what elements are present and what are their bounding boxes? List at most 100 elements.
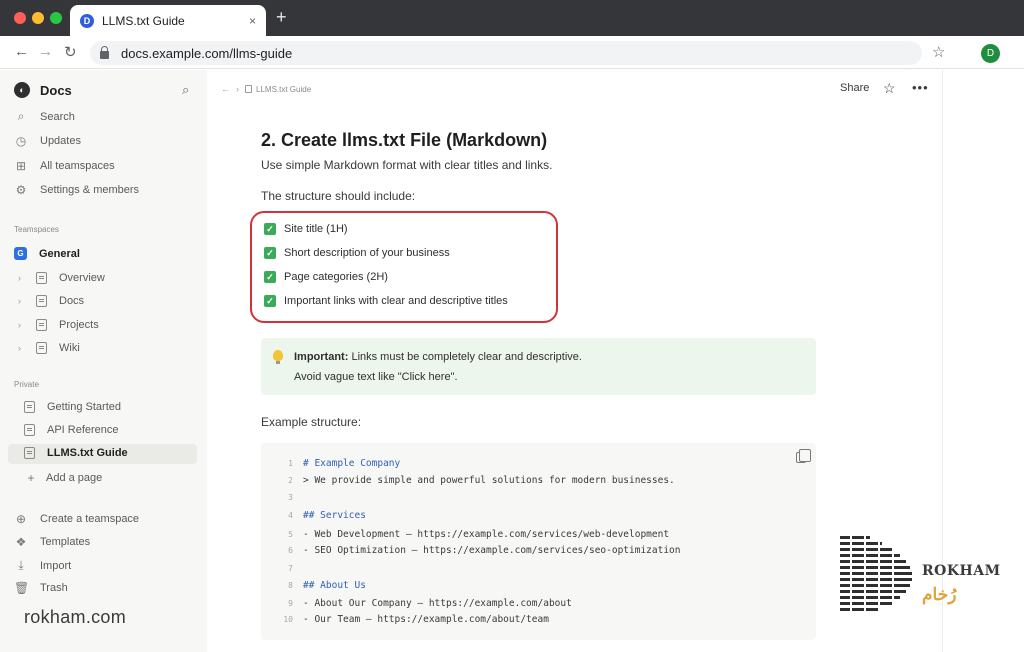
sidebar-item-templates[interactable]: ❖ Templates xyxy=(14,535,91,549)
tab-close-icon[interactable]: × xyxy=(249,14,256,28)
sidebar-item-label: Wiki xyxy=(59,342,80,354)
checklist-item-label: Important links with clear and descripti… xyxy=(284,295,508,307)
more-options-button[interactable]: ••• xyxy=(912,80,929,95)
line-number: 2 xyxy=(288,475,293,485)
sidebar-item-label: Projects xyxy=(59,319,99,331)
checklist-item: ✓ Important links with clear and descrip… xyxy=(264,295,508,307)
sidebar-item-label: Create a teamspace xyxy=(40,513,140,525)
templates-icon: ❖ xyxy=(15,535,27,549)
chevron-right-icon[interactable]: › xyxy=(18,320,30,330)
checklist-item: ✓ Page categories (2H) xyxy=(264,271,388,283)
checklist-item-label: Site title (1H) xyxy=(284,223,348,235)
callout-line-2: Avoid vague text like "Click here". xyxy=(294,371,458,383)
sidebar-item-wiki[interactable]: › Wiki xyxy=(18,342,80,354)
checklist-item-label: Page categories (2H) xyxy=(284,271,388,283)
sidebar-item-search[interactable]: ⌕ Search xyxy=(14,109,75,124)
sidebar-item-updates[interactable]: ◷ Updates xyxy=(14,134,81,148)
important-callout: Important: Links must be completely clea… xyxy=(261,338,816,395)
line-number: 3 xyxy=(288,492,293,502)
sidebar-item-trash[interactable]: 🗑 Trash xyxy=(14,581,68,595)
new-tab-button[interactable]: + xyxy=(276,7,287,28)
back-arrow-icon[interactable]: ← xyxy=(14,43,29,60)
sidebar-item-label: All teamspaces xyxy=(40,160,115,172)
sidebar-item-overview[interactable]: › Overview xyxy=(18,272,105,284)
sidebar-item-create-teamspace[interactable]: ⊕ Create a teamspace xyxy=(14,512,139,526)
sidebar-item-api-reference[interactable]: API Reference xyxy=(24,424,119,436)
url-text[interactable]: docs.example.com/llms-guide xyxy=(121,46,292,61)
code-line: 9 - About Our Company – https://example.c… xyxy=(261,596,572,610)
page-icon xyxy=(245,85,252,93)
structure-intro: The structure should include: xyxy=(261,189,416,203)
sidebar-item-label: Overview xyxy=(59,272,105,284)
sidebar-item-all-teamspaces[interactable]: ⊞ All teamspaces xyxy=(14,159,115,173)
address-bar[interactable]: docs.example.com/llms-guide xyxy=(90,41,922,65)
tab-title: LLMS.txt Guide xyxy=(102,13,185,28)
breadcrumb: ← › LLMS.txt Guide xyxy=(221,84,311,94)
callout-bold-label: Important: xyxy=(294,351,349,363)
workspace-switcher[interactable]: ◐ Docs xyxy=(14,82,72,98)
copy-icon[interactable] xyxy=(796,449,811,463)
sidebar-item-label: Updates xyxy=(40,135,81,147)
code-line: 5 - Web Development – https://example.com… xyxy=(261,527,669,541)
add-page-button[interactable]: + Add a page xyxy=(24,471,102,485)
browser-tab[interactable]: D LLMS.txt Guide × xyxy=(70,5,266,36)
share-button[interactable]: Share xyxy=(840,82,869,94)
code-line: 7 xyxy=(261,561,303,575)
code-line: 2 > We provide simple and powerful soluti… xyxy=(261,473,675,487)
callout-text: Links must be completely clear and descr… xyxy=(348,351,582,363)
gear-icon: ⚙ xyxy=(15,183,27,197)
sidebar-item-label: Settings & members xyxy=(40,184,140,196)
page-heading: 2. Create llms.txt File (Markdown) xyxy=(261,130,548,150)
chevron-right-icon[interactable]: › xyxy=(18,273,30,283)
sidebar-item-projects[interactable]: › Projects xyxy=(18,319,99,331)
maximize-window-button[interactable] xyxy=(50,12,62,24)
code-text: > We provide simple and powerful solutio… xyxy=(303,474,675,486)
favorite-star-icon[interactable]: ☆ xyxy=(883,80,896,97)
sidebar-item-getting-started[interactable]: Getting Started xyxy=(24,401,121,413)
checkmark-icon: ✓ xyxy=(264,271,276,283)
tab-favicon-icon: D xyxy=(80,13,94,28)
reload-icon[interactable]: ↻ xyxy=(64,43,77,61)
chevron-right-icon[interactable]: › xyxy=(18,343,30,353)
line-number: 8 xyxy=(288,580,293,590)
close-window-button[interactable] xyxy=(14,12,26,24)
breadcrumb-page[interactable]: LLMS.txt Guide xyxy=(256,85,311,94)
code-text: - About Our Company – https://example.co… xyxy=(303,597,572,609)
code-line: 1 # Example Company xyxy=(261,456,400,470)
add-page-label: Add a page xyxy=(46,472,103,484)
rokham-logo-icon xyxy=(840,535,912,615)
code-line: 6 - SEO Optimization – https://example.co… xyxy=(261,543,681,557)
sidebar-item-general[interactable]: G General xyxy=(14,247,80,260)
line-number: 7 xyxy=(288,563,293,573)
teamspace-badge-icon: G xyxy=(14,247,27,260)
sidebar-item-docs[interactable]: › Docs xyxy=(18,295,84,307)
code-text: # Example Company xyxy=(303,457,401,469)
page-icon xyxy=(36,319,47,331)
sidebar-item-llms-guide[interactable]: LLMS.txt Guide xyxy=(24,447,128,459)
code-block: 1 # Example Company 2 > We provide simple … xyxy=(261,443,816,640)
page-icon xyxy=(24,447,35,459)
checkmark-icon: ✓ xyxy=(264,247,276,259)
chevron-right-icon[interactable]: › xyxy=(18,296,30,306)
code-line: 8 ## About Us xyxy=(261,578,366,592)
sidebar-item-import[interactable]: ⤓ Import xyxy=(14,558,71,573)
forward-arrow-icon[interactable]: → xyxy=(38,43,53,60)
sidebar-item-settings[interactable]: ⚙ Settings & members xyxy=(14,183,139,197)
checkmark-icon: ✓ xyxy=(264,223,276,235)
back-arrow-icon[interactable]: ← xyxy=(221,84,230,94)
minimize-window-button[interactable] xyxy=(32,12,44,24)
page-icon xyxy=(36,272,47,284)
import-icon: ⤓ xyxy=(18,558,24,572)
plus-circle-icon: ⊕ xyxy=(15,512,27,526)
sidebar-item-label: API Reference xyxy=(47,424,119,436)
private-section-title: Private xyxy=(14,380,39,389)
code-text: ## Services xyxy=(303,509,366,521)
line-number: 5 xyxy=(288,529,293,539)
intro-paragraph: Use simple Markdown format with clear ti… xyxy=(261,158,553,172)
code-text: - SEO Optimization – https://example.com… xyxy=(303,544,681,556)
watermark-site-text: rokham.com xyxy=(24,607,127,627)
sidebar-search-icon[interactable]: ⌕ xyxy=(182,82,189,98)
profile-avatar[interactable]: D xyxy=(981,44,1000,63)
bookmark-star-icon[interactable]: ☆ xyxy=(932,43,945,61)
code-line: 4 ## Services xyxy=(261,508,366,522)
